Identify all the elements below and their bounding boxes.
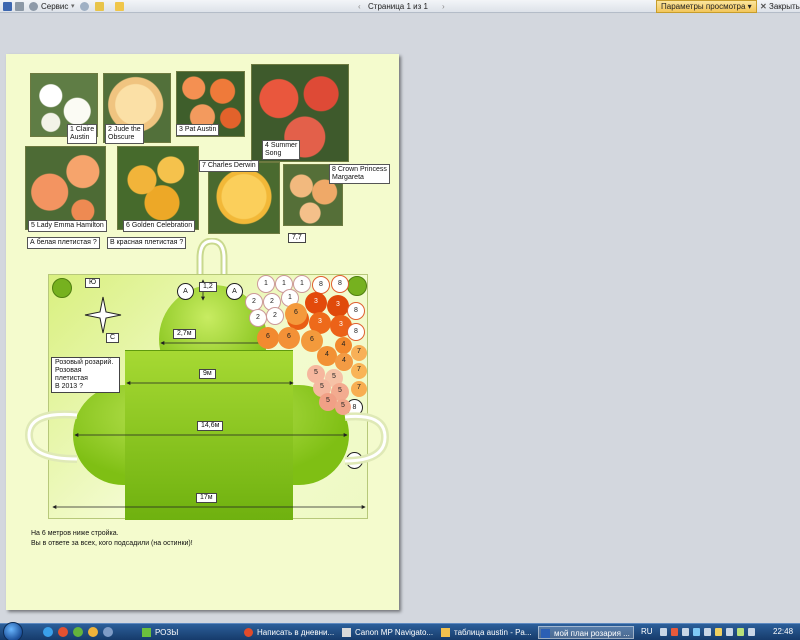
task-roses[interactable]: РОЗЫ <box>140 626 236 639</box>
service-menu[interactable]: Сервис <box>41 1 68 12</box>
task-diary-label: Написать в дневни... <box>257 628 335 637</box>
rose-caption-3: 3 Pat Austin <box>176 124 220 136</box>
rose-caption-4: 4 Summer Song <box>262 140 301 160</box>
rose-caption-6: 6 Golden Celebration <box>123 220 196 232</box>
bed-rose-7: 7 <box>351 381 367 397</box>
bed-rose-2: 2 <box>266 307 284 325</box>
rose-photo-charles-darwin <box>208 162 280 234</box>
page-indicator: Страница 1 из 1 <box>368 2 428 11</box>
rose-caption-2: 2 Jude the Obscure <box>105 124 144 144</box>
bed-rose-3: 3 <box>327 295 349 317</box>
bed-rose-4: 4 <box>317 346 337 366</box>
clock[interactable]: 22:48 <box>773 627 793 636</box>
network-icon[interactable] <box>737 628 744 636</box>
rose-caption-7: 7 Charles Derwin <box>199 160 259 172</box>
word-icon <box>541 629 550 638</box>
canon-icon <box>342 628 351 637</box>
bed-rose-2: 2 <box>249 309 267 327</box>
tray-icon-2[interactable] <box>671 628 678 636</box>
bed-rose-8: 8 <box>347 323 365 341</box>
bed-rose-7: 7 <box>351 363 367 379</box>
bed-rose-8: 8 <box>347 302 365 320</box>
plan-note: Розовый розарий. Розовая плетистая В 201… <box>51 357 120 393</box>
service-icon <box>29 2 38 11</box>
dim-gap-label: 1,2 <box>199 282 217 292</box>
dim-top-label: 7,7 <box>288 233 306 243</box>
next-page-icon[interactable]: › <box>442 1 445 12</box>
service-dropdown-icon[interactable]: ▾ <box>71 1 75 12</box>
edit-icon[interactable] <box>95 2 104 11</box>
tray-icon-5[interactable] <box>704 628 711 636</box>
bed-rose-8: 8 <box>331 275 349 293</box>
footnote-line-1: На 6 метров ниже стройка. <box>31 530 119 537</box>
dim-total-label: 17м <box>196 493 217 503</box>
bed-rose-3: 3 <box>305 292 327 314</box>
prev-page-icon[interactable]: ‹ <box>358 1 361 12</box>
bed-rose-6: 6 <box>278 327 300 349</box>
task-canon-label: Canon MP Navigato... <box>355 628 434 637</box>
chrome-icon <box>244 628 253 637</box>
task-roses-label: РОЗЫ <box>155 628 179 637</box>
document-viewer: 1 Claire Austin 2 Jude the Obscure 3 Pat… <box>0 14 800 623</box>
taskbar: РОЗЫ Написать в дневни... Canon MP Navig… <box>0 622 800 640</box>
right-path-arrow-icon <box>344 412 390 465</box>
tray-icon-1[interactable] <box>660 628 667 636</box>
document-page: 1 Claire Austin 2 Jude the Obscure 3 Pat… <box>6 54 399 610</box>
bed-rose-6: 6 <box>257 327 279 349</box>
close-icon[interactable]: ✕ <box>760 1 767 12</box>
rose-photo-lady-emma-hamilton <box>25 146 106 230</box>
bed-rose-1: 1 <box>257 275 275 293</box>
task-diary[interactable]: Написать в дневни... <box>242 626 338 639</box>
dim-center-label: 9м <box>199 369 216 379</box>
media-icon[interactable] <box>73 627 83 637</box>
start-button[interactable] <box>3 622 23 640</box>
close-button[interactable]: Закрыть <box>769 1 800 12</box>
climber-a-caption: А белая плетистая ? <box>27 237 100 249</box>
bed-rose-4: 4 <box>335 337 352 354</box>
view-params-button[interactable]: Параметры просмотра ▾ <box>656 0 757 13</box>
folder-icon[interactable] <box>115 2 124 11</box>
app-icon <box>142 628 151 637</box>
dim-bulge-label: 2,7м <box>173 329 196 339</box>
language-indicator[interactable]: RU <box>641 627 653 636</box>
task-word-label: мой план розария ... <box>554 629 630 638</box>
climber-b-caption: В красная плетистая ? <box>107 237 187 249</box>
bed-rose-7: 7 <box>351 345 367 361</box>
tray-icon-6[interactable] <box>715 628 722 636</box>
tray-icon-7[interactable] <box>726 628 733 636</box>
bed-rose-2: 2 <box>245 293 263 311</box>
rose-caption-1: 1 Claire Austin <box>67 124 98 144</box>
rose-caption-5: 5 Lady Emma Hamilton <box>28 220 107 232</box>
dim-wide-label: 14,6м <box>197 421 224 431</box>
rose-caption-8: 8 Crown Princess Margareta <box>329 164 390 184</box>
task-canon[interactable]: Canon MP Navigato... <box>340 626 436 639</box>
rose-photo-golden-celebration <box>117 146 199 230</box>
task-word[interactable]: мой план розария ... <box>538 626 634 639</box>
ie-icon[interactable] <box>43 627 53 637</box>
bed-rose-5: 5 <box>335 399 351 415</box>
footnote-line-2: Вы в ответе за всех, кого подсадили (на … <box>31 540 193 547</box>
task-paint-label: таблица austin - Pa... <box>454 628 532 637</box>
folder-icon[interactable] <box>88 627 98 637</box>
quicklaunch-icon[interactable] <box>103 627 113 637</box>
left-path-arrow-icon <box>24 410 78 463</box>
preview-toolbar: Сервис ▾ ‹ Страница 1 из 1 › Параметры п… <box>0 0 800 13</box>
paint-icon <box>441 628 450 637</box>
volume-icon[interactable] <box>748 628 755 636</box>
garden-plan: Ю С А А 8 В 7,7 1,2 2,7м 9м 14,6м 17м Ро… <box>24 233 390 520</box>
save-icon[interactable] <box>3 2 12 11</box>
tray-icon-4[interactable] <box>693 628 700 636</box>
security-icon[interactable] <box>80 2 89 11</box>
print-icon[interactable] <box>15 2 24 11</box>
browser-icon[interactable] <box>58 627 68 637</box>
view-params-label: Параметры просмотра <box>661 2 746 11</box>
tray-icon-3[interactable] <box>682 628 689 636</box>
task-paint[interactable]: таблица austin - Pa... <box>439 626 535 639</box>
bed-rose-6: 6 <box>285 303 307 325</box>
